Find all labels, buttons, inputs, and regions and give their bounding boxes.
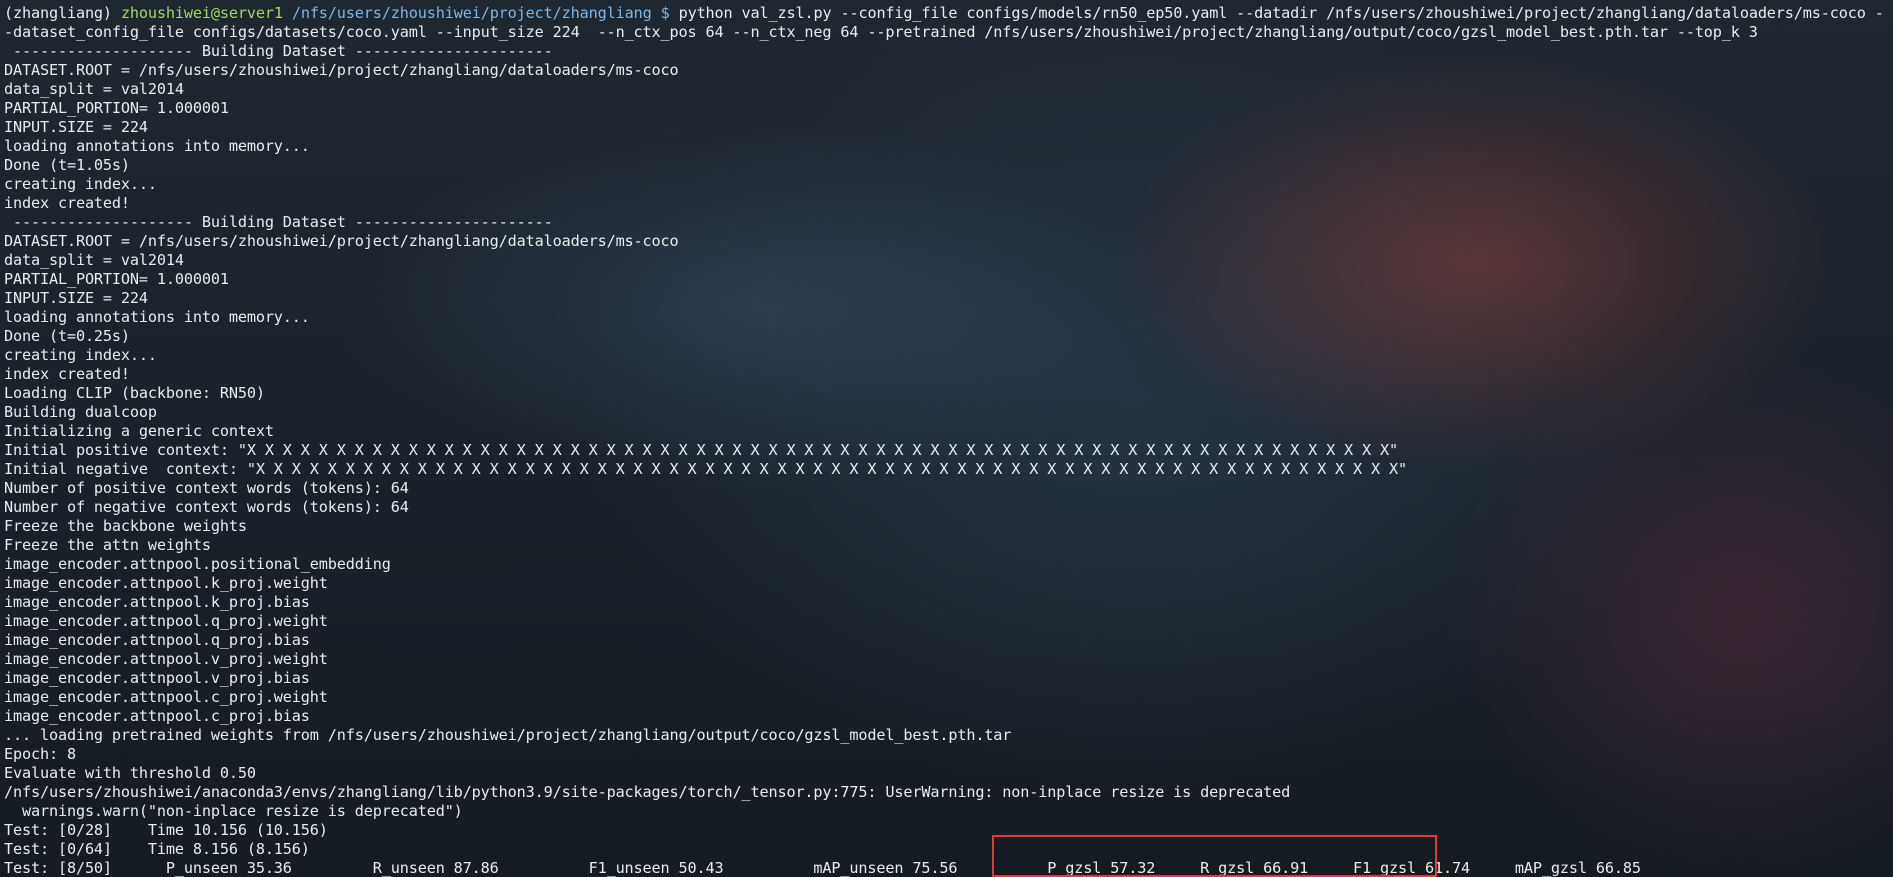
output-line: Epoch: 8 [4, 745, 76, 763]
output-line: index created! [4, 365, 130, 383]
output-line: image_encoder.attnpool.v_proj.bias [4, 669, 310, 687]
output-line: Number of negative context words (tokens… [4, 498, 409, 516]
output-line: Test: [0/28] Time 10.156 (10.156) [4, 821, 328, 839]
output-line: loading annotations into memory... [4, 137, 310, 155]
output-line: Done (t=1.05s) [4, 156, 130, 174]
output-line: image_encoder.attnpool.c_proj.weight [4, 688, 328, 706]
terminal-window[interactable]: (zhangliang) zhoushiwei@server1 /nfs/use… [4, 4, 1893, 877]
output-line: ... loading pretrained weights from /nfs… [4, 726, 1012, 744]
output-line: image_encoder.attnpool.q_proj.weight [4, 612, 328, 630]
terminal-output: -------------------- Building Dataset --… [4, 42, 1893, 877]
working-directory: /nfs/users/zhoushiwei/project/zhangliang [291, 4, 652, 22]
output-line: image_encoder.attnpool.v_proj.weight [4, 650, 328, 668]
conda-env: (zhangliang) [4, 4, 112, 22]
output-line: Initializing a generic context [4, 422, 274, 440]
output-line: Evaluate with threshold 0.50 [4, 764, 256, 782]
output-line: index created! [4, 194, 130, 212]
output-line: -------------------- Building Dataset --… [4, 42, 553, 60]
output-line: Initial positive context: "X X X X X X X… [4, 441, 1399, 459]
command-continuation: -dataset_config_file configs/datasets/co… [4, 23, 1758, 41]
output-line: image_encoder.attnpool.positional_embedd… [4, 555, 391, 573]
output-line: creating index... [4, 346, 157, 364]
output-line: warnings.warn("non-inplace resize is dep… [4, 802, 463, 820]
output-line: image_encoder.attnpool.q_proj.bias [4, 631, 310, 649]
output-line: data_split = val2014 [4, 80, 184, 98]
output-line: PARTIAL_PORTION= 1.000001 [4, 270, 229, 288]
output-line: Freeze the backbone weights [4, 517, 247, 535]
output-line: DATASET.ROOT = /nfs/users/zhoushiwei/pro… [4, 232, 679, 250]
output-line: image_encoder.attnpool.c_proj.bias [4, 707, 310, 725]
output-line: DATASET.ROOT = /nfs/users/zhoushiwei/pro… [4, 61, 679, 79]
output-line: Building dualcoop [4, 403, 157, 421]
output-line: data_split = val2014 [4, 251, 184, 269]
output-line: /nfs/users/zhoushiwei/anaconda3/envs/zha… [4, 783, 1291, 801]
output-line: INPUT.SIZE = 224 [4, 118, 148, 136]
output-line: image_encoder.attnpool.k_proj.weight [4, 574, 328, 592]
output-line: -------------------- Building Dataset --… [4, 213, 553, 231]
output-line: INPUT.SIZE = 224 [4, 289, 148, 307]
output-line: creating index... [4, 175, 157, 193]
output-line: Freeze the attn weights [4, 536, 211, 554]
prompt-line: (zhangliang) zhoushiwei@server1 /nfs/use… [4, 4, 1893, 23]
output-line: PARTIAL_PORTION= 1.000001 [4, 99, 229, 117]
user-host: zhoushiwei@server1 [120, 4, 283, 22]
prompt-symbol: $ [660, 4, 670, 22]
output-line: Test: [0/64] Time 8.156 (8.156) [4, 840, 310, 858]
output-line: Number of positive context words (tokens… [4, 479, 409, 497]
output-line: Loading CLIP (backbone: RN50) [4, 384, 265, 402]
output-line: image_encoder.attnpool.k_proj.bias [4, 593, 310, 611]
output-line: Test: [8/50] P_unseen 35.36 R_unseen 87.… [4, 859, 1641, 877]
command-text: python val_zsl.py --config_file configs/… [678, 4, 1884, 22]
output-line: Done (t=0.25s) [4, 327, 130, 345]
output-line: Initial negative context: "X X X X X X X… [4, 460, 1408, 478]
output-line: loading annotations into memory... [4, 308, 310, 326]
